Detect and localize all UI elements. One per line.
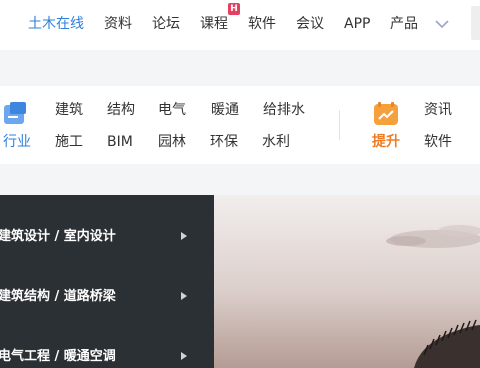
banner-image[interactable] [214,195,480,368]
caret-right-icon [181,352,187,360]
nav-meetings-link[interactable]: 会议 [296,14,324,34]
upgrade-link[interactable]: 软件 [424,132,452,152]
banner-photo [214,195,480,368]
document-icon [4,102,26,124]
nav-courses-link[interactable]: 课程 [200,14,228,34]
upgrade-link[interactable]: 资讯 [424,100,452,120]
nav-app-link[interactable]: APP [344,14,370,34]
nav-resources-link[interactable]: 资料 [104,14,132,34]
caret-right-icon [181,292,187,300]
upgrade-label: 提升 [372,134,400,150]
industry-link[interactable]: 电气 [158,100,186,120]
industry-link[interactable]: 结构 [107,100,135,120]
sidebar-item[interactable]: 电气工程 / 暖通空调 [0,347,214,367]
page: 土木在线 资料 论坛 课程 H 软件 会议 APP 产品 行业 建筑 结构 电气… [0,0,480,368]
sidebar-item-label: 电气工程 / 暖通空调 [0,349,116,364]
category-sidebar: 建筑设计 / 室内设计 建筑结构 / 道路桥梁 电气工程 / 暖通空调 [0,195,214,368]
hot-badge: H [228,3,240,15]
top-navigation: 土木在线 资料 论坛 课程 H 软件 会议 APP 产品 [0,0,480,50]
industry-link[interactable]: 水利 [262,132,290,152]
nav-products-link[interactable]: 产品 [390,14,418,34]
nav-software-link[interactable]: 软件 [248,14,276,34]
sidebar-item[interactable]: 建筑设计 / 室内设计 [0,227,214,247]
nav-forum-link[interactable]: 论坛 [152,14,180,34]
category-band: 行业 建筑 结构 电气 暖通 给排水 施工 BIM 园林 环保 水利 提升 资讯… [0,86,480,164]
sidebar-item[interactable]: 建筑结构 / 道路桥梁 [0,287,214,307]
industry-link[interactable]: 园林 [158,132,186,152]
industry-link[interactable]: 给排水 [263,100,305,120]
chevron-down-icon[interactable] [434,17,450,31]
industry-link[interactable]: 环保 [210,132,238,152]
sidebar-item-label: 建筑设计 / 室内设计 [0,229,116,244]
industry-link[interactable]: 暖通 [211,100,239,120]
category-divider [339,110,340,140]
caret-right-icon [181,232,187,240]
search-input[interactable] [471,6,480,40]
nav-home-link[interactable]: 土木在线 [28,14,84,34]
trend-up-icon [374,102,398,125]
industry-link[interactable]: BIM [107,132,133,152]
industry-link[interactable]: 建筑 [55,100,83,120]
industry-label: 行业 [3,134,31,150]
industry-link[interactable]: 施工 [55,132,83,152]
sidebar-item-label: 建筑结构 / 道路桥梁 [0,289,116,304]
